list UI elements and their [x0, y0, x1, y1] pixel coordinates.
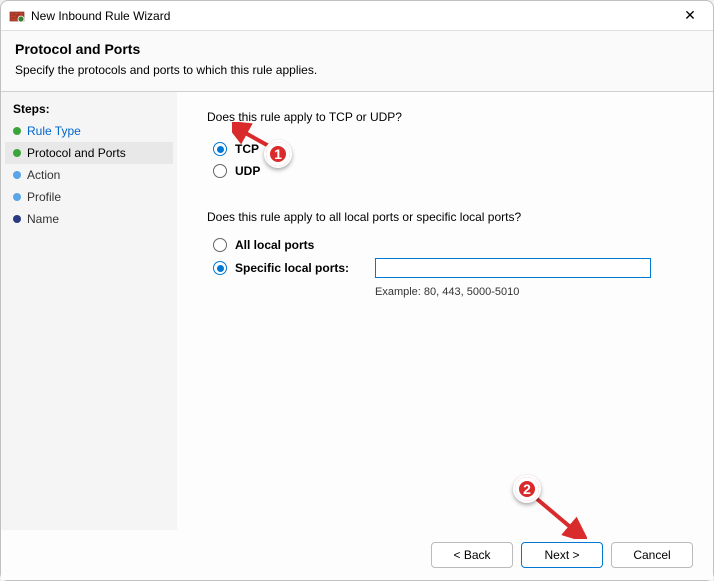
step-name[interactable]: Name: [5, 208, 173, 230]
radio-specific-ports-label: Specific local ports:: [235, 261, 375, 275]
annotation-callout-1: 1: [264, 140, 292, 168]
ports-example-text: Example: 80, 443, 5000-5010: [375, 286, 683, 298]
step-label: Rule Type: [27, 124, 81, 138]
wizard-footer: < Back Next > Cancel: [1, 530, 713, 580]
step-label: Protocol and Ports: [27, 146, 126, 160]
ports-question: Does this rule apply to all local ports …: [207, 210, 683, 224]
radio-specific-ports[interactable]: [213, 261, 227, 275]
ports-radio-group: All local ports Specific local ports: Ex…: [213, 238, 683, 298]
radio-all-ports-label: All local ports: [235, 238, 683, 252]
wizard-window: New Inbound Rule Wizard ✕ Protocol and P…: [0, 0, 714, 581]
bullet-done-icon: [13, 127, 21, 135]
next-button[interactable]: Next >: [521, 542, 603, 568]
titlebar: New Inbound Rule Wizard ✕: [1, 1, 713, 31]
step-profile[interactable]: Profile: [5, 186, 173, 208]
radio-tcp-label: TCP: [235, 142, 259, 156]
page-subtitle: Specify the protocols and ports to which…: [15, 63, 699, 77]
annotation-callout-2: 2: [513, 475, 541, 503]
close-button[interactable]: ✕: [675, 4, 705, 28]
protocol-question: Does this rule apply to TCP or UDP?: [207, 110, 683, 124]
wizard-header: Protocol and Ports Specify the protocols…: [1, 31, 713, 92]
back-button[interactable]: < Back: [431, 542, 513, 568]
specific-ports-input[interactable]: [375, 258, 651, 278]
step-label: Action: [27, 168, 60, 182]
radio-udp-label: UDP: [235, 164, 260, 178]
radio-udp[interactable]: [213, 164, 227, 178]
cancel-button[interactable]: Cancel: [611, 542, 693, 568]
bullet-pending-icon: [13, 193, 21, 201]
window-title: New Inbound Rule Wizard: [31, 9, 675, 23]
step-rule-type[interactable]: Rule Type: [5, 120, 173, 142]
content-panel: Does this rule apply to TCP or UDP? TCP …: [177, 92, 713, 530]
wizard-body: Steps: Rule Type Protocol and Ports Acti…: [1, 92, 713, 530]
radio-tcp[interactable]: [213, 142, 227, 156]
step-protocol-and-ports[interactable]: Protocol and Ports: [5, 142, 173, 164]
page-title: Protocol and Ports: [15, 41, 699, 57]
firewall-icon: [9, 8, 25, 24]
step-action[interactable]: Action: [5, 164, 173, 186]
radio-all-ports[interactable]: [213, 238, 227, 252]
step-label: Name: [27, 212, 59, 226]
steps-header: Steps:: [5, 100, 173, 120]
bullet-pending-icon: [13, 171, 21, 179]
steps-sidebar: Steps: Rule Type Protocol and Ports Acti…: [1, 92, 177, 530]
bullet-pending-icon: [13, 215, 21, 223]
step-label: Profile: [27, 190, 61, 204]
bullet-current-icon: [13, 149, 21, 157]
